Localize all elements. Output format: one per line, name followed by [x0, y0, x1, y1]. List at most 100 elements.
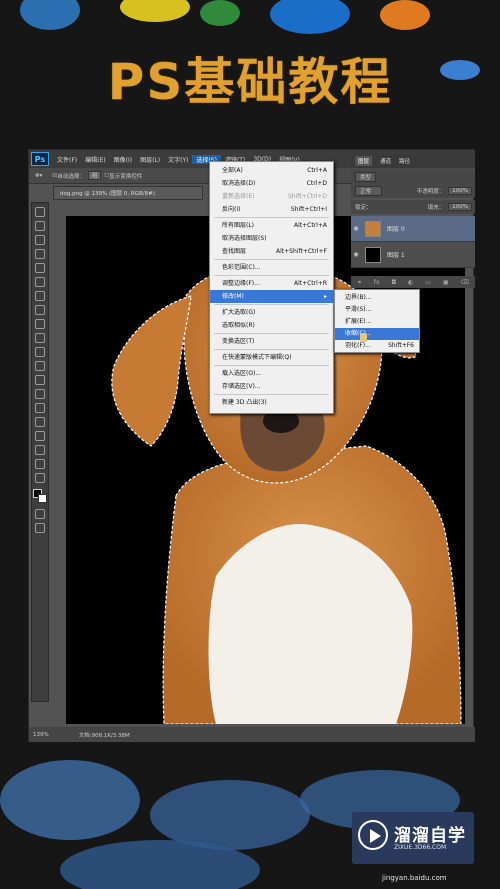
eraser-tool-icon[interactable]: [35, 347, 45, 357]
menu-item-label: 修改(M): [222, 293, 244, 300]
menu-item-shortcut: [327, 306, 333, 319]
menu-edit[interactable]: 编辑(E): [81, 155, 109, 164]
history-brush-tool-icon[interactable]: [35, 333, 45, 343]
fx-icon[interactable]: fx: [374, 279, 380, 286]
menu-item[interactable]: 所有图层(L) Alt+Ctrl+A: [210, 219, 333, 232]
menu-item-label: 新建 3D 凸出(3): [222, 399, 267, 406]
menu-item[interactable]: 取消选择图层(S): [210, 232, 333, 245]
hand-tool-icon[interactable]: [35, 459, 45, 469]
screen-mode-icon[interactable]: [35, 523, 45, 533]
tab-layers[interactable]: 图层: [355, 156, 373, 166]
type-tool-icon[interactable]: [35, 417, 45, 427]
submenu-item-shortcut: [414, 292, 419, 304]
opacity-field[interactable]: 100%: [448, 187, 472, 195]
new-layer-icon[interactable]: ▣: [443, 279, 449, 286]
menu-item-shortcut: [327, 335, 333, 348]
paint-splatter: [120, 0, 190, 22]
menu-item[interactable]: 载入选区(O)...: [210, 367, 333, 380]
menu-item-label: 反向(I): [222, 206, 241, 213]
menu-item[interactable]: 反向(I) Shift+Ctrl+I: [210, 203, 333, 216]
layer-thumbnail: [365, 220, 381, 237]
layer-name: 图层 1: [387, 252, 405, 259]
zoom-level[interactable]: 139%: [33, 732, 49, 738]
path-select-tool-icon[interactable]: [35, 431, 45, 441]
move-tool-icon[interactable]: ✥▾: [35, 173, 42, 179]
menu-item[interactable]: 全部(A) Ctrl+A: [210, 164, 333, 177]
eye-icon[interactable]: ◉: [351, 251, 361, 258]
submenu-item[interactable]: 平滑(S)...: [335, 304, 419, 316]
submenu-item[interactable]: 羽化(F)... Shift+F6: [335, 340, 419, 352]
eye-icon[interactable]: ◉: [351, 225, 361, 232]
menu-item[interactable]: 查找图层 Alt+Shift+Ctrl+F: [210, 245, 333, 258]
brush-tool-icon[interactable]: [35, 305, 45, 315]
quick-select-tool-icon[interactable]: [35, 249, 45, 259]
submenu-item-shortcut: [414, 328, 419, 340]
menu-item-shortcut: [327, 351, 333, 364]
document-tab[interactable]: dog.png @ 139% (图层 0, RGB/8#): [53, 186, 203, 200]
color-swatches[interactable]: [33, 489, 47, 503]
layers-panel-tabs: 图层 通道 路径: [351, 154, 475, 168]
adjustment-icon[interactable]: ◐: [408, 279, 413, 286]
source-footer: jingyan.baidu.com: [382, 874, 447, 882]
menu-item[interactable]: 存储选区(V)...: [210, 380, 333, 393]
menu-item-label: 在快速蒙版模式下编辑(Q): [222, 354, 292, 361]
submenu-item[interactable]: 扩展(E)...: [335, 316, 419, 328]
marquee-tool-icon[interactable]: [35, 221, 45, 231]
healing-tool-icon[interactable]: [35, 291, 45, 301]
menu-item[interactable]: 选取相似(R): [210, 319, 333, 332]
mask-icon[interactable]: ◘: [392, 279, 397, 286]
dodge-tool-icon[interactable]: [35, 389, 45, 399]
menu-item[interactable]: 色彩范围(C)...: [210, 261, 333, 274]
eyedropper-tool-icon[interactable]: [35, 277, 45, 287]
fill-field[interactable]: 100%: [448, 203, 472, 211]
paint-splatter: [270, 0, 350, 34]
blend-mode-dropdown[interactable]: 正常: [355, 186, 383, 196]
lasso-tool-icon[interactable]: [35, 235, 45, 245]
crop-tool-icon[interactable]: [35, 263, 45, 273]
menu-item[interactable]: 重新选择(E) Shift+Ctrl+D: [210, 190, 333, 203]
folder-icon[interactable]: ▭: [425, 279, 431, 286]
clone-stamp-tool-icon[interactable]: [35, 319, 45, 329]
zoom-tool-icon[interactable]: [35, 473, 45, 483]
blur-tool-icon[interactable]: [35, 375, 45, 385]
trash-icon[interactable]: ⌫: [461, 279, 469, 286]
menu-separator: [214, 259, 329, 260]
menu-type[interactable]: 文字(Y): [164, 155, 192, 164]
menu-item[interactable]: 在快速蒙版模式下编辑(Q): [210, 351, 333, 364]
shape-tool-icon[interactable]: [35, 445, 45, 455]
select-menu-dropdown: 全部(A) Ctrl+A 取消选择(D) Ctrl+D 重新选择(E) Shift+Ctr…: [209, 161, 334, 414]
menu-separator: [214, 394, 329, 395]
modify-submenu: 边界(B)... 平滑(S)... 扩展(E)... 收缩(C)... 羽化(F)...…: [334, 289, 420, 353]
layer-row[interactable]: ◉ 图层 1: [351, 242, 475, 268]
tab-paths[interactable]: 路径: [399, 157, 410, 165]
menu-layer[interactable]: 图层(L): [136, 155, 164, 164]
move-tool-icon[interactable]: [35, 207, 45, 217]
menu-item-label: 选取相似(R): [222, 322, 255, 329]
menu-item[interactable]: 扩大选取(G): [210, 306, 333, 319]
gradient-tool-icon[interactable]: [35, 361, 45, 371]
pen-tool-icon[interactable]: [35, 403, 45, 413]
menu-item[interactable]: 调整边缘(F)... Alt+Ctrl+R: [210, 277, 333, 290]
menu-separator: [214, 304, 329, 305]
menu-image[interactable]: 图像(I): [110, 155, 136, 164]
auto-select-dropdown[interactable]: 组: [87, 171, 102, 180]
submenu-item[interactable]: 边界(B)...: [335, 292, 419, 304]
layer-filter-row: 类型: [351, 170, 475, 184]
photoshop-logo: Ps: [31, 152, 49, 166]
link-icon[interactable]: ⚭: [357, 279, 362, 286]
quick-mask-icon[interactable]: [35, 509, 45, 519]
menu-file[interactable]: 文件(F): [53, 155, 81, 164]
filter-kind-dropdown[interactable]: 类型: [355, 172, 377, 182]
menu-separator: [214, 349, 329, 350]
menu-item[interactable]: 修改(M) ▸: [210, 290, 333, 303]
menu-item[interactable]: 新建 3D 凸出(3): [210, 396, 333, 409]
menu-item[interactable]: 取消选择(D) Ctrl+D: [210, 177, 333, 190]
menu-item-label: 变换选区(T): [222, 338, 255, 345]
menu-item-shortcut: Alt+Ctrl+A: [294, 222, 327, 229]
auto-select-label: 自动选择：: [57, 173, 85, 180]
tab-channels[interactable]: 通道: [380, 157, 391, 165]
menu-item[interactable]: 变换选区(T): [210, 335, 333, 348]
submenu-item[interactable]: 收缩(C)...: [335, 328, 419, 340]
layer-row[interactable]: ◉ 图层 0: [351, 216, 475, 242]
menu-item-label: 调整边缘(F)...: [222, 280, 260, 287]
